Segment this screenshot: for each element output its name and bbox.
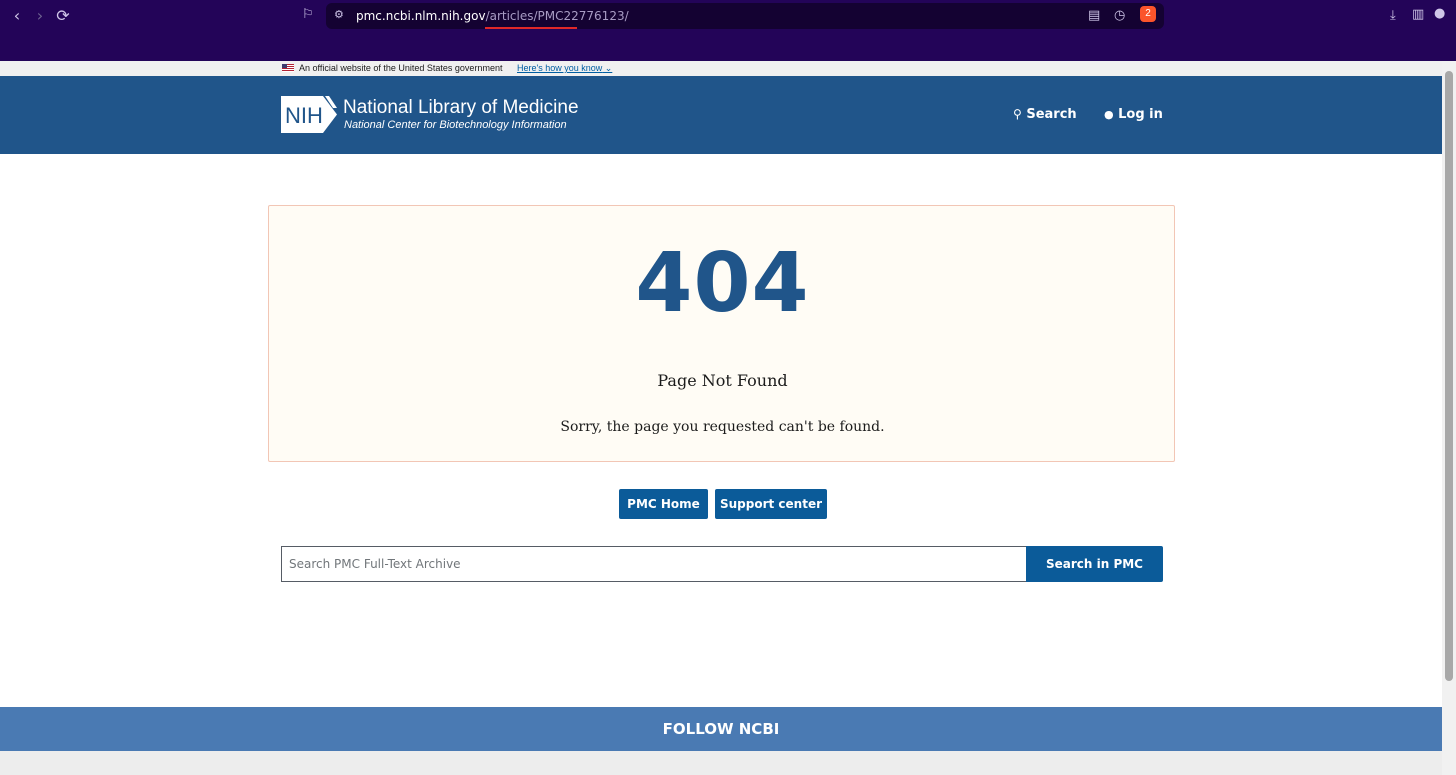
url-path: /articles/PMC22776123/ xyxy=(485,9,629,23)
us-flag-icon xyxy=(282,64,294,72)
search-icon: ⚲ xyxy=(1013,107,1022,121)
download-icon[interactable]: ⤓ xyxy=(1390,8,1396,23)
error-message: Sorry, the page you requested can't be f… xyxy=(560,419,885,435)
pmc-search-input[interactable]: Search PMC Full-Text Archive xyxy=(281,546,1027,582)
back-icon[interactable]: ‹ xyxy=(7,6,27,26)
gov-banner-text: An official website of the United States… xyxy=(299,63,503,73)
forward-icon[interactable]: › xyxy=(30,6,50,26)
support-center-button[interactable]: Support center xyxy=(715,489,827,519)
header-search-button[interactable]: ⚲ Search xyxy=(1013,107,1077,122)
gov-banner: An official website of the United States… xyxy=(0,61,1442,76)
scrollbar[interactable] xyxy=(1442,61,1456,775)
url-host: pmc.ncbi.nlm.nih.gov xyxy=(356,9,486,23)
error-code: 404 xyxy=(635,236,810,331)
search-in-pmc-button[interactable]: Search in PMC xyxy=(1026,546,1163,582)
site-info-icon[interactable]: ⚙ xyxy=(334,8,344,21)
site-title[interactable]: National Library of Medicine xyxy=(343,97,579,119)
error-title: Page Not Found xyxy=(657,371,788,390)
reload-icon[interactable]: ⟳ xyxy=(53,6,73,26)
brave-badge-count: 2 xyxy=(1145,8,1151,19)
gov-banner-link-label: Here's how you know xyxy=(517,63,603,73)
nih-logo-icon[interactable]: NIH xyxy=(281,96,337,133)
scrollbar-thumb[interactable] xyxy=(1445,71,1453,681)
profile-icon[interactable]: ● xyxy=(1434,6,1445,21)
reader-mode-icon[interactable]: ▤ xyxy=(1088,8,1100,23)
brave-shield-icon[interactable]: 2 xyxy=(1140,6,1156,22)
history-icon[interactable]: ◷ xyxy=(1114,8,1125,23)
error-panel: 404 Page Not Found Sorry, the page you r… xyxy=(268,205,1175,462)
gov-banner-link[interactable]: Here's how you know ⌄ xyxy=(517,63,612,74)
address-bar[interactable]: ⚙ pmc.ncbi.nlm.nih.gov/articles/PMC22776… xyxy=(326,3,1164,29)
follow-ncbi-heading: FOLLOW NCBI xyxy=(0,707,1442,751)
pmc-home-button[interactable]: PMC Home xyxy=(619,489,708,519)
login-label: Log in xyxy=(1118,107,1163,122)
nih-logo-text: NIH xyxy=(285,103,323,128)
url-highlight-underline xyxy=(485,27,577,29)
social-links-strip xyxy=(0,751,1442,775)
url-text: pmc.ncbi.nlm.nih.gov/articles/PMC2277612… xyxy=(356,9,629,23)
site-header: NIH National Library of Medicine Nationa… xyxy=(0,76,1442,154)
site-subtitle: National Center for Biotechnology Inform… xyxy=(344,119,567,131)
user-icon: ● xyxy=(1104,108,1114,121)
bookmark-icon[interactable]: ⚐ xyxy=(302,7,314,22)
browser-toolbar: ‹ › ⟳ ⚐ ⚙ pmc.ncbi.nlm.nih.gov/articles/… xyxy=(0,0,1456,61)
login-button[interactable]: ● Log in xyxy=(1104,107,1163,122)
header-search-label: Search xyxy=(1026,107,1077,122)
sidebar-icon[interactable]: ▥ xyxy=(1412,7,1424,22)
